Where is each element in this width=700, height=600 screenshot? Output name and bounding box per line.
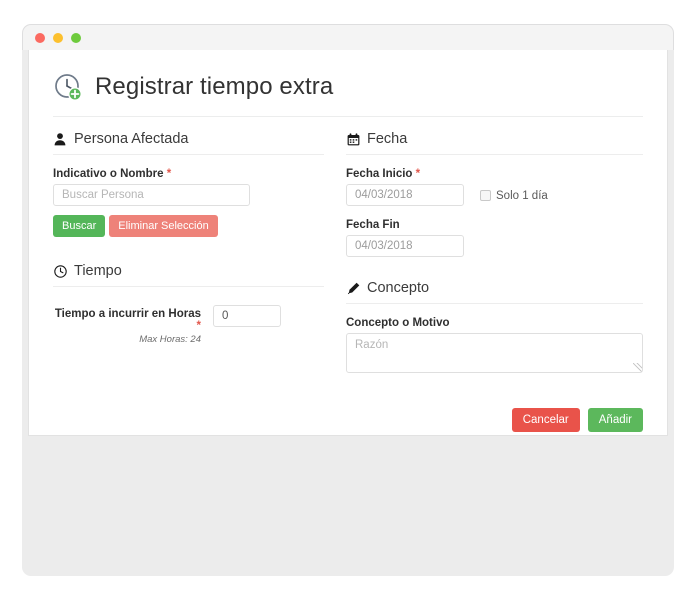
reason-field: Concepto o Motivo [346,317,643,378]
section-fecha-title: Fecha [367,131,408,147]
calendar-icon [346,132,360,146]
person-label: Indicativo o Nombre * [53,168,324,180]
person-search-input[interactable] [53,184,250,206]
clock-add-icon [53,72,83,102]
end-date-label-text: Fecha Fin [346,219,400,231]
section-tiempo-header: Tiempo [53,263,324,287]
end-date-input[interactable] [346,235,464,257]
person-field: Indicativo o Nombre * [53,168,324,206]
person-required-marker: * [166,168,172,180]
section-tiempo-title: Tiempo [74,263,122,279]
section-persona-header: Persona Afectada [53,131,324,155]
single-day-checkbox-wrap[interactable]: Solo 1 día [480,190,548,202]
form-footer: Cancelar Añadir [53,408,643,450]
user-icon [53,132,67,146]
start-date-field: Fecha Inicio * Solo 1 día [346,168,643,206]
hours-max-hint: Max Horas: 24 [139,334,201,345]
section-fecha-header: Fecha [346,131,643,155]
single-day-label: Solo 1 día [496,189,548,202]
start-date-row: Solo 1 día [346,184,643,206]
person-button-row: Buscar Eliminar Selección [53,215,324,237]
single-day-checkbox[interactable] [480,190,491,201]
reason-textarea[interactable] [346,333,643,373]
section-persona-title: Persona Afectada [74,131,189,147]
browser-viewport: Registrar tiempo extra Persona Afectada … [22,50,674,576]
cancel-button[interactable]: Cancelar [511,408,580,432]
browser-window: Registrar tiempo extra Persona Afectada … [22,24,674,576]
hours-label-group: Tiempo a incurrir en Horas * Max Horas: … [53,305,213,345]
reason-label: Concepto o Motivo [346,317,643,329]
window-titlebar [22,24,674,50]
hours-field: Tiempo a incurrir en Horas * Max Horas: … [53,305,324,345]
start-date-input[interactable] [346,184,464,206]
screenshot-root: Registrar tiempo extra Persona Afectada … [0,0,700,600]
window-controls [35,33,81,43]
start-date-label-text: Fecha Inicio [346,168,413,180]
end-date-field: Fecha Fin [346,219,643,257]
hours-label: Tiempo a incurrir en Horas * [53,308,201,332]
section-concepto-title: Concepto [367,280,430,296]
end-date-label: Fecha Fin [346,219,643,231]
minimize-dot[interactable] [53,33,63,43]
start-date-label: Fecha Inicio * [346,168,643,180]
form-columns: Persona Afectada Indicativo o Nombre * B… [53,131,643,378]
hours-label-text: Tiempo a incurrir en Horas [54,308,201,320]
reason-label-text: Concepto o Motivo [346,317,450,329]
clock-icon [53,264,67,278]
section-concepto-header: Concepto [346,280,643,304]
person-label-text: Indicativo o Nombre [53,168,164,180]
page-title: Registrar tiempo extra [95,73,334,100]
hours-required-marker: * [196,320,201,332]
submit-button[interactable]: Añadir [587,408,643,432]
start-date-required-marker: * [415,168,421,180]
search-button[interactable]: Buscar [53,215,106,237]
close-dot[interactable] [35,33,45,43]
hours-input[interactable] [213,305,281,327]
maximize-dot[interactable] [71,33,81,43]
clear-selection-button[interactable]: Eliminar Selección [109,215,218,237]
pencil-icon [346,281,360,295]
form-card-body: Registrar tiempo extra Persona Afectada … [29,50,667,450]
page-header: Registrar tiempo extra [53,72,643,117]
left-column: Persona Afectada Indicativo o Nombre * B… [53,131,324,378]
form-card: Registrar tiempo extra Persona Afectada … [28,50,668,436]
right-column: Fecha Fecha Inicio * 04/03/2018 Solo 1 d… [346,131,643,378]
